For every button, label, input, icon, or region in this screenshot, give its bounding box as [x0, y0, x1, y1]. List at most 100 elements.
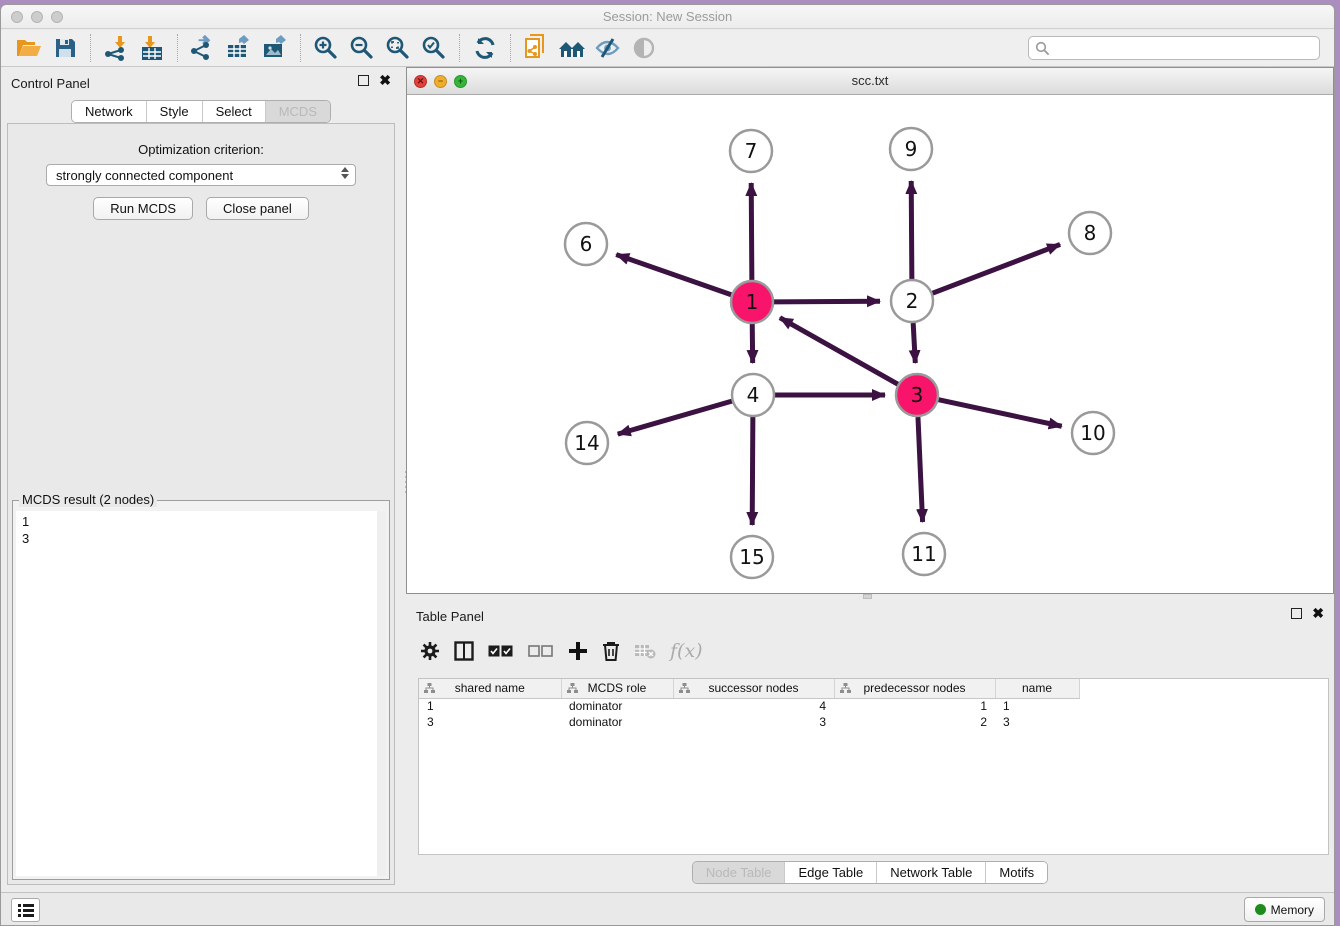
table-cell[interactable]: 3 — [995, 714, 1079, 730]
edge-4-14[interactable] — [618, 401, 732, 434]
node-2[interactable]: 2 — [891, 280, 933, 322]
export-network-icon[interactable] — [185, 32, 221, 64]
hide-selected-icon[interactable] — [590, 32, 626, 64]
first-neighbors-icon[interactable] — [554, 32, 590, 64]
network-frame-title: scc.txt — [407, 73, 1333, 88]
node-table[interactable]: shared nameMCDS rolesuccessor nodesprede… — [418, 678, 1329, 855]
node-8[interactable]: 8 — [1069, 212, 1111, 254]
node-11[interactable]: 11 — [903, 533, 945, 575]
edge-3-10[interactable] — [939, 400, 1062, 427]
result-scrollbar[interactable] — [377, 511, 386, 876]
zoom-in-icon[interactable] — [308, 32, 344, 64]
open-file-icon[interactable] — [11, 32, 47, 64]
show-column-icon[interactable] — [454, 641, 474, 661]
criterion-select[interactable]: strongly connected component — [46, 164, 356, 186]
control-panel-title: Control Panel — [11, 76, 90, 91]
memory-status-icon — [1255, 904, 1266, 915]
edge-3-11[interactable] — [918, 417, 923, 522]
float-table-panel-icon[interactable] — [1291, 608, 1302, 619]
node-10[interactable]: 10 — [1072, 412, 1114, 454]
node-7[interactable]: 7 — [730, 130, 772, 172]
zoom-out-icon[interactable] — [344, 32, 380, 64]
table-cell[interactable]: 2 — [834, 714, 995, 730]
table-cell[interactable]: 1 — [995, 698, 1079, 714]
column-header-successor-nodes[interactable]: successor nodes — [673, 679, 834, 698]
mcds-result-box: MCDS result (2 nodes) 13 — [12, 500, 390, 880]
tab-motifs[interactable]: Motifs — [985, 862, 1047, 883]
search-input[interactable] — [1028, 36, 1320, 60]
table-cell[interactable]: dominator — [561, 698, 673, 714]
export-image-icon[interactable] — [257, 32, 293, 64]
column-header-MCDS-role[interactable]: MCDS role — [561, 679, 673, 698]
node-14[interactable]: 14 — [566, 422, 608, 464]
table-row[interactable]: 1dominator411 — [419, 698, 1079, 714]
delete-column-icon[interactable] — [602, 641, 620, 661]
close-table-panel-icon[interactable]: ✖ — [1312, 608, 1324, 619]
edge-1-2[interactable] — [774, 301, 880, 302]
mcds-result-list[interactable]: 13 — [16, 511, 377, 876]
mcds-result-line: 3 — [22, 530, 377, 547]
node-6[interactable]: 6 — [565, 223, 607, 265]
edge-2-3[interactable] — [913, 323, 915, 363]
edge-2-8[interactable] — [933, 244, 1061, 293]
tab-network[interactable]: Network — [72, 101, 146, 122]
table-row[interactable]: 3dominator323 — [419, 714, 1079, 730]
unselect-all-columns-icon[interactable] — [528, 645, 554, 658]
table-cell[interactable]: 1 — [419, 698, 561, 714]
node-15[interactable]: 15 — [731, 536, 773, 578]
table-cell[interactable]: 1 — [834, 698, 995, 714]
node-label: 11 — [911, 542, 936, 566]
horizontal-splitter-handle[interactable] — [863, 594, 872, 599]
tab-select[interactable]: Select — [202, 101, 265, 122]
node-1[interactable]: 1 — [731, 281, 773, 323]
zoom-selected-icon[interactable] — [416, 32, 452, 64]
show-all-icon[interactable] — [626, 32, 662, 64]
apply-layout-icon[interactable] — [467, 32, 503, 64]
import-network-icon[interactable] — [98, 32, 134, 64]
mcds-result-line: 1 — [22, 513, 377, 530]
clone-network-icon[interactable] — [518, 32, 554, 64]
edge-4-15[interactable] — [752, 417, 753, 525]
node-3[interactable]: 3 — [896, 374, 938, 416]
table-cell[interactable]: 4 — [673, 698, 834, 714]
table-cell[interactable]: dominator — [561, 714, 673, 730]
close-panel-icon[interactable]: ✖ — [379, 75, 391, 86]
network-canvas[interactable]: 7 9 6 8 1 2 4 3 14 10 15 11 — [407, 95, 1333, 593]
node-label: 9 — [905, 137, 918, 161]
node-label: 10 — [1080, 421, 1105, 445]
edge-1-7[interactable] — [751, 183, 752, 280]
import-table-icon[interactable] — [134, 32, 170, 64]
tab-style[interactable]: Style — [146, 101, 202, 122]
tab-network-table[interactable]: Network Table — [876, 862, 985, 883]
close-panel-button[interactable]: Close panel — [206, 197, 309, 220]
edge-3-1[interactable] — [780, 318, 898, 384]
edge-2-9[interactable] — [911, 181, 912, 279]
table-cell[interactable]: 3 — [673, 714, 834, 730]
tab-node-table[interactable]: Node Table — [693, 862, 785, 883]
table-cell[interactable]: 3 — [419, 714, 561, 730]
node-label: 3 — [911, 383, 924, 407]
export-table-icon[interactable] — [221, 32, 257, 64]
window-title: Session: New Session — [1, 9, 1334, 24]
tab-edge-table[interactable]: Edge Table — [784, 862, 876, 883]
table-settings-icon[interactable] — [420, 641, 440, 661]
run-mcds-button[interactable]: Run MCDS — [93, 197, 193, 220]
tab-mcds[interactable]: MCDS — [265, 101, 330, 122]
column-header-predecessor-nodes[interactable]: predecessor nodes — [834, 679, 995, 698]
column-header-name[interactable]: name — [995, 679, 1079, 698]
save-session-icon[interactable] — [47, 32, 83, 64]
task-history-button[interactable] — [11, 898, 40, 922]
memory-button[interactable]: Memory — [1244, 897, 1325, 922]
network-view-frame: ✕ − + scc.txt 7968124314101511 — [406, 67, 1334, 594]
column-header-shared-name[interactable]: shared name — [419, 679, 561, 698]
app-window: Session: New Session — [0, 4, 1335, 926]
create-column-icon[interactable] — [568, 641, 588, 661]
float-panel-icon[interactable] — [358, 75, 369, 86]
select-all-columns-icon[interactable] — [488, 645, 514, 658]
status-bar: Memory — [1, 892, 1334, 925]
node-4[interactable]: 4 — [732, 374, 774, 416]
edge-1-6[interactable] — [616, 255, 731, 295]
node-9[interactable]: 9 — [890, 128, 932, 170]
search-icon — [1035, 41, 1050, 61]
fit-content-icon[interactable] — [380, 32, 416, 64]
